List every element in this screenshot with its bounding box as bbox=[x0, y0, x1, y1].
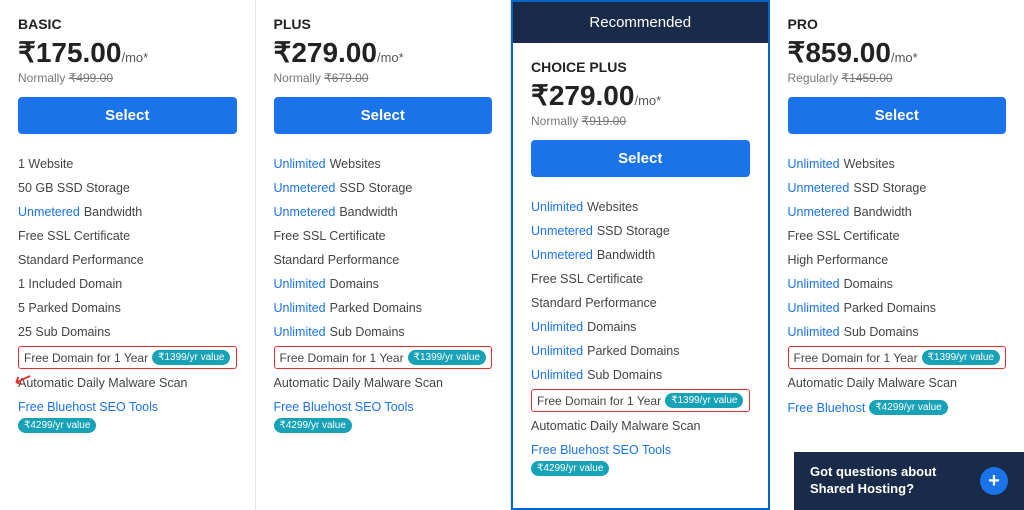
domain-label: Free Domain for 1 Year bbox=[794, 351, 918, 365]
feature-item: Unmetered Bandwidth bbox=[18, 200, 237, 224]
domain-row-choice-plus: Free Domain for 1 Year ₹1399/yr value bbox=[531, 389, 750, 412]
plan-price-pro: ₹859.00/mo* bbox=[788, 36, 1007, 69]
feature-item: Unlimited Websites bbox=[274, 152, 493, 176]
plan-name-pro: PRO bbox=[788, 16, 1007, 32]
plan-price-plus: ₹279.00/mo* bbox=[274, 36, 493, 69]
domain-row-basic: Free Domain for 1 Year ₹1399/yr value bbox=[18, 346, 237, 369]
feature-item: 25 Sub Domains bbox=[18, 320, 237, 344]
seo-badge: ₹4299/yr value bbox=[531, 461, 609, 476]
feature-item: Unmetered Bandwidth bbox=[274, 200, 493, 224]
features-list-pro: Unlimited WebsitesUnmetered SSD StorageU… bbox=[788, 152, 1007, 344]
domain-badge: ₹1399/yr value bbox=[922, 350, 1000, 365]
recommended-badge: Recommended bbox=[513, 2, 768, 43]
feature-item: Unmetered Bandwidth bbox=[531, 243, 750, 267]
plan-col-basic: BASIC ₹175.00/mo* Normally ₹499.00 Select 1 … bbox=[0, 0, 256, 510]
plan-normal-plus: Normally ₹679.00 bbox=[274, 71, 493, 85]
plan-price-choice-plus: ₹279.00/mo* bbox=[531, 79, 750, 112]
plan-price-basic: ₹175.00/mo* bbox=[18, 36, 237, 69]
feature-item: Standard Performance bbox=[274, 248, 493, 272]
feature-item: Unlimited Parked Domains bbox=[274, 296, 493, 320]
chat-plus-icon: + bbox=[980, 467, 1008, 495]
seo-item-choice-plus: Free Bluehost SEO Tools ₹4299/yr value bbox=[531, 438, 750, 481]
feature-item: 1 Website bbox=[18, 152, 237, 176]
feature-item: Free SSL Certificate bbox=[788, 224, 1007, 248]
domain-badge: ₹1399/yr value bbox=[408, 350, 486, 365]
malware-item: Automatic Daily Malware Scan bbox=[274, 371, 493, 395]
feature-item: 50 GB SSD Storage bbox=[18, 176, 237, 200]
plan-normal-choice-plus: Normally ₹919.00 bbox=[531, 114, 750, 128]
domain-row-plus: Free Domain for 1 Year ₹1399/yr value bbox=[274, 346, 493, 369]
feature-item: Unmetered SSD Storage bbox=[274, 176, 493, 200]
feature-item: Unlimited Sub Domains bbox=[531, 363, 750, 387]
feature-item: Unmetered SSD Storage bbox=[788, 176, 1007, 200]
seo-item-plus: Free Bluehost SEO Tools ₹4299/yr value bbox=[274, 395, 493, 438]
feature-item: 1 Included Domain bbox=[18, 272, 237, 296]
features-list-plus: Unlimited WebsitesUnmetered SSD StorageU… bbox=[274, 152, 493, 344]
feature-item: High Performance bbox=[788, 248, 1007, 272]
feature-item: Free SSL Certificate bbox=[18, 224, 237, 248]
malware-item: Automatic Daily Malware Scan bbox=[18, 371, 237, 395]
domain-label: Free Domain for 1 Year bbox=[280, 351, 404, 365]
chat-popup-text: Got questions about Shared Hosting? bbox=[810, 464, 970, 498]
feature-item: Unlimited Sub Domains bbox=[274, 320, 493, 344]
domain-row-pro: Free Domain for 1 Year ₹1399/yr value bbox=[788, 346, 1007, 369]
feature-item: Unlimited Domains bbox=[531, 315, 750, 339]
plan-name-choice-plus: CHOICE PLUS bbox=[531, 59, 750, 75]
seo-item-pro: Free Bluehost ₹4299/yr value bbox=[788, 395, 1007, 420]
select-button-plus[interactable]: Select bbox=[274, 97, 493, 134]
domain-badge: ₹1399/yr value bbox=[665, 393, 743, 408]
plan-normal-pro: Regularly ₹1459.00 bbox=[788, 71, 1007, 85]
feature-item: Unlimited Websites bbox=[788, 152, 1007, 176]
seo-badge: ₹4299/yr value bbox=[18, 418, 96, 433]
domain-label: Free Domain for 1 Year bbox=[24, 351, 148, 365]
features-list-basic: 1 Website50 GB SSD StorageUnmetered Band… bbox=[18, 152, 237, 344]
feature-item: Unlimited Domains bbox=[274, 272, 493, 296]
plan-name-basic: BASIC bbox=[18, 16, 237, 32]
feature-item: Unlimited Sub Domains bbox=[788, 320, 1007, 344]
features-list-choice-plus: Unlimited WebsitesUnmetered SSD StorageU… bbox=[531, 195, 750, 387]
domain-label: Free Domain for 1 Year bbox=[537, 394, 661, 408]
feature-item: 5 Parked Domains bbox=[18, 296, 237, 320]
malware-item: Automatic Daily Malware Scan bbox=[531, 414, 750, 438]
feature-item: Standard Performance bbox=[18, 248, 237, 272]
plan-col-choice-plus: Recommended CHOICE PLUS ₹279.00/mo* Normall… bbox=[511, 0, 770, 510]
select-button-pro[interactable]: Select bbox=[788, 97, 1007, 134]
malware-item: Automatic Daily Malware Scan bbox=[788, 371, 1007, 395]
feature-item: Standard Performance bbox=[531, 291, 750, 315]
seo-badge: ₹4299/yr value bbox=[869, 400, 947, 415]
plan-normal-basic: Normally ₹499.00 bbox=[18, 71, 237, 85]
domain-badge: ₹1399/yr value bbox=[152, 350, 230, 365]
seo-badge: ₹4299/yr value bbox=[274, 418, 352, 433]
feature-item: Unmetered SSD Storage bbox=[531, 219, 750, 243]
feature-item: Unlimited Parked Domains bbox=[788, 296, 1007, 320]
feature-item: Unlimited Websites bbox=[531, 195, 750, 219]
plan-col-plus: PLUS ₹279.00/mo* Normally ₹679.00 Select Unl… bbox=[256, 0, 512, 510]
chat-popup[interactable]: Got questions about Shared Hosting? + bbox=[794, 452, 1024, 510]
select-button-choice-plus[interactable]: Select bbox=[531, 140, 750, 177]
feature-item: Free SSL Certificate bbox=[531, 267, 750, 291]
feature-item: Unlimited Domains bbox=[788, 272, 1007, 296]
feature-item: Unmetered Bandwidth bbox=[788, 200, 1007, 224]
plan-col-pro: PRO ₹859.00/mo* Regularly ₹1459.00 Select Un… bbox=[770, 0, 1024, 510]
plan-name-plus: PLUS bbox=[274, 16, 493, 32]
pricing-table: BASIC ₹175.00/mo* Normally ₹499.00 Select 1 … bbox=[0, 0, 1024, 510]
seo-item-basic: Free Bluehost SEO Tools ₹4299/yr value bbox=[18, 395, 237, 438]
feature-item: Unlimited Parked Domains bbox=[531, 339, 750, 363]
feature-item: Free SSL Certificate bbox=[274, 224, 493, 248]
select-button-basic[interactable]: Select bbox=[18, 97, 237, 134]
